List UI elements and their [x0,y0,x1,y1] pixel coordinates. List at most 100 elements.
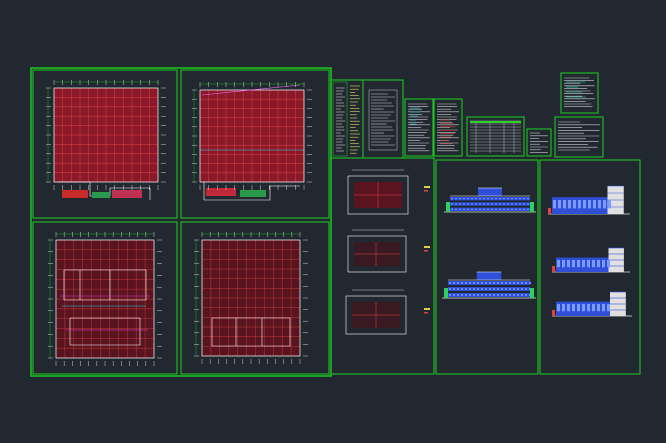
cad-fill [487,208,489,210]
cad-fill [475,203,477,205]
cad-fill [461,282,463,284]
cad-fill [455,203,457,205]
cad-fill [529,282,531,284]
cad-fill [463,198,465,200]
cad-fill [471,198,473,200]
cad-fill [582,304,585,312]
cad-fill [507,198,509,200]
cad-fill [450,202,530,206]
cad-fill [487,198,489,200]
cad-fill [608,200,611,209]
cad-fill [607,260,610,268]
cad-fill [567,260,570,268]
cad-fill [517,282,519,284]
cad-fill [597,260,600,268]
cad-fill [495,198,497,200]
cad-fill [562,260,565,268]
cad-fill [473,294,475,296]
cad-fill [475,208,477,210]
cad-fill [470,121,521,123]
cad-fill [477,294,479,296]
cad-drawing[interactable] [0,0,666,443]
cad-fill [582,260,585,268]
cad-fill [469,282,471,284]
cad-fill [483,203,485,205]
cad-fill [548,208,551,214]
cad-fill [515,208,517,210]
cad-fill [475,198,477,200]
cad-fill [499,198,501,200]
cad-fill [572,304,575,312]
cad-fill [457,288,459,290]
cad-fill [525,282,527,284]
cad-fill [491,208,493,210]
cad-fill [449,288,451,290]
cad-fill [557,260,560,268]
cad-fill [525,294,527,296]
annex-marks [206,188,236,196]
cad-fill [465,282,467,284]
cad-fill [497,294,499,296]
cad-fill [450,197,530,201]
cad-fill [505,282,507,284]
cad-fill [513,288,515,290]
cad-fill [485,294,487,296]
cad-fill [449,294,451,296]
cad-fill [473,288,475,290]
cad-fill [424,186,430,188]
cad-fill [471,208,473,210]
cad-fill [509,294,511,296]
cad-fill [592,260,595,268]
cad-fill [511,198,513,200]
cad-fill [424,308,430,310]
cad-fill [467,208,469,210]
cad-fill [525,288,527,290]
cad-fill [483,198,485,200]
cad-fill [530,202,534,212]
cad-fill [602,260,605,268]
cad-fill [461,288,463,290]
cad-fill [503,198,505,200]
cad-model-space[interactable] [0,0,666,443]
cad-fill [513,294,515,296]
cad-fill [507,203,509,205]
cad-fill [552,266,555,272]
cad-fill [424,246,430,248]
cad-fill [469,288,471,290]
cad-fill [521,288,523,290]
cad-fill [592,304,595,312]
cad-fill [578,200,581,209]
cad-fill [515,203,517,205]
cad-fill [517,288,519,290]
cad-fill [598,200,601,209]
cad-fill [499,203,501,205]
cad-fill [451,198,453,200]
cad-fill [450,207,530,211]
cad-fill [509,282,511,284]
cad-fill [521,282,523,284]
cad-fill [505,288,507,290]
cad-fill [467,198,469,200]
cad-fill [501,288,503,290]
cad-fill [501,294,503,296]
cad-fill [499,208,501,210]
cad-fill [603,200,606,209]
cad-fill [523,208,525,210]
cad-fill [453,294,455,296]
cad-fill [491,198,493,200]
cad-fill [523,198,525,200]
cad-fill [519,198,521,200]
cad-fill [473,282,475,284]
cad-fill [493,294,495,296]
cad-fill [567,304,570,312]
cad-fill [607,304,610,312]
cad-fill [477,282,479,284]
cad-fill [501,282,503,284]
cad-fill [495,208,497,210]
cad-fill [495,203,497,205]
cad-fill [453,282,455,284]
cad-fill [424,190,428,192]
cad-fill [515,198,517,200]
cad-fill [527,198,529,200]
cad-fill [459,208,461,210]
